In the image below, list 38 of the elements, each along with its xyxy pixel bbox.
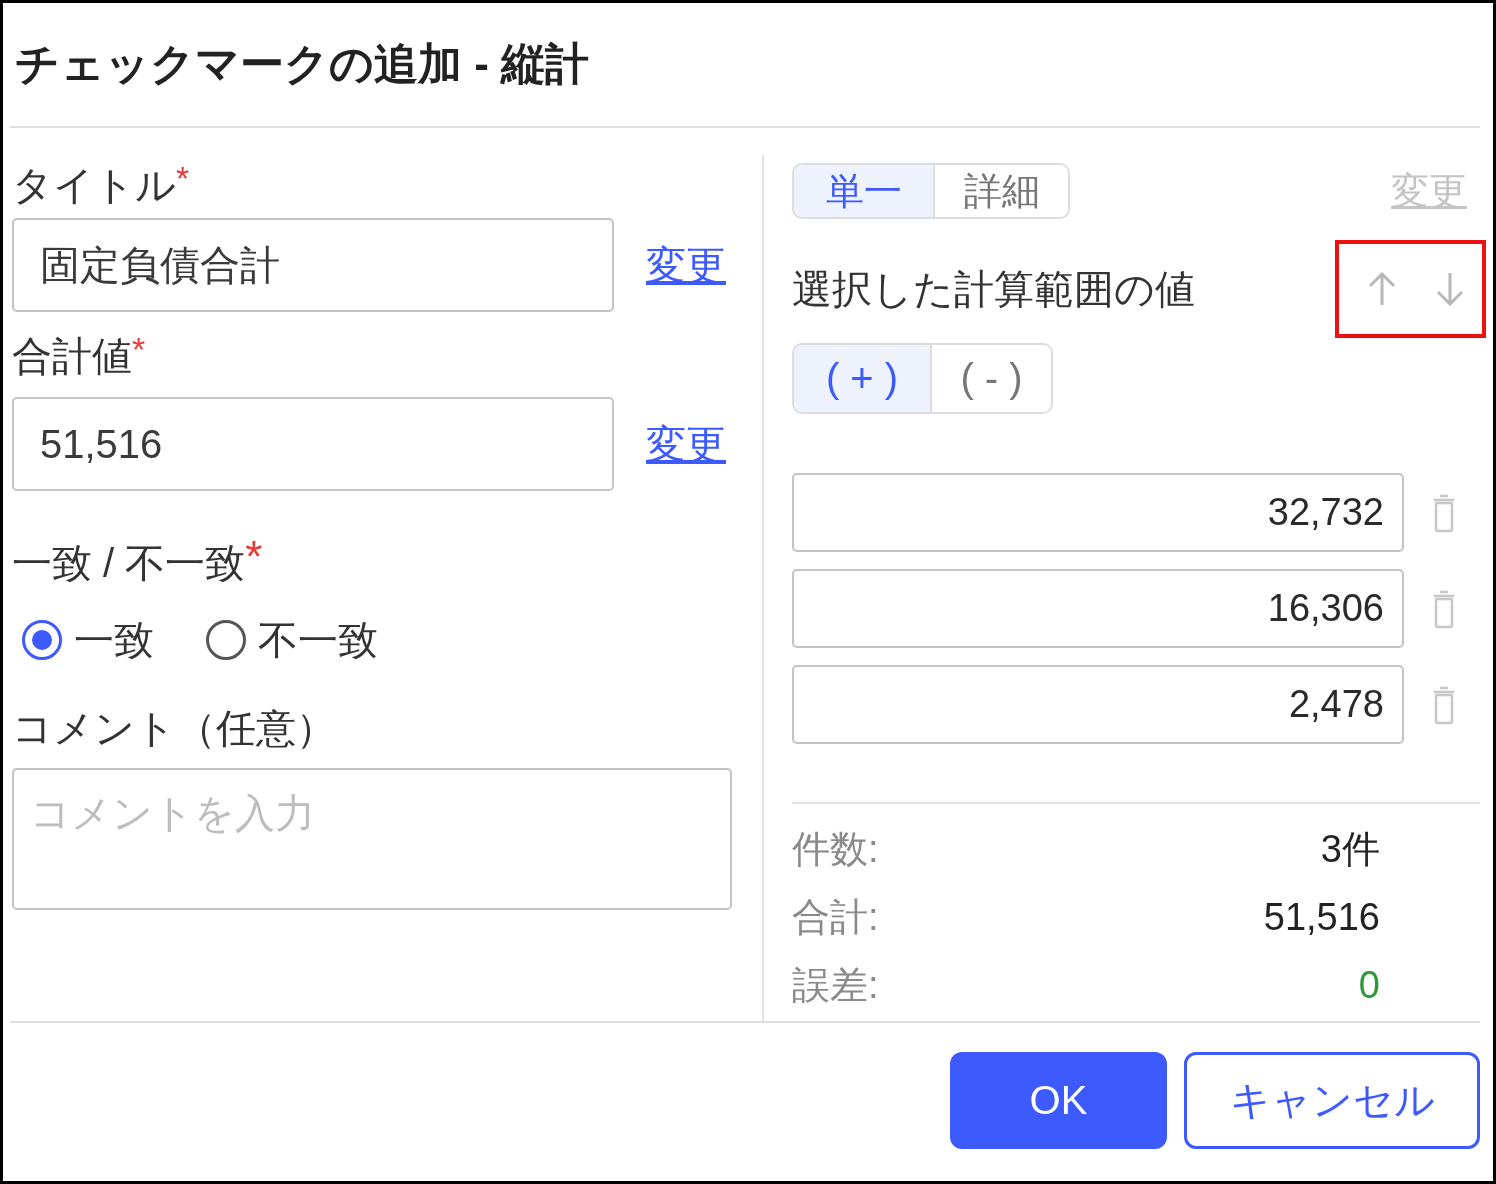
radio-icon[interactable]	[22, 620, 62, 660]
radio-icon[interactable]	[206, 620, 246, 660]
summary-label: 誤差:	[792, 962, 879, 1008]
field-label: 一致 / 不一致	[12, 540, 246, 587]
change-link[interactable]: 変更	[646, 416, 726, 472]
required-mark: *	[245, 539, 263, 575]
comment-field[interactable]: コメントを入力	[12, 768, 732, 910]
required-mark: *	[176, 161, 190, 195]
radio-option[interactable]: 一致	[22, 612, 154, 668]
section-heading: 選択した計算範囲の値	[792, 265, 1195, 313]
required-mark: *	[132, 332, 146, 366]
trash-icon[interactable]	[1432, 588, 1456, 629]
field-label: 合計値	[12, 333, 132, 380]
sign-tab[interactable]: ( - )	[930, 345, 1051, 412]
summary-value: 0	[1358, 963, 1380, 1007]
value-field[interactable]: 32,732	[792, 473, 1404, 552]
summary-label: 件数:	[792, 826, 879, 872]
field-label: コメント（任意）	[12, 705, 336, 752]
ok-button[interactable]: OK	[950, 1052, 1167, 1149]
trash-icon[interactable]	[1432, 492, 1456, 533]
text-field[interactable]: 51,516	[12, 397, 614, 491]
sign-tab[interactable]: ( + )	[794, 345, 930, 412]
text-field[interactable]: 固定負債合計	[12, 218, 614, 312]
radio-option[interactable]: 不一致	[206, 612, 378, 668]
change-link[interactable]: 変更	[646, 237, 726, 293]
summary-label: 合計:	[792, 894, 879, 940]
field-label: タイトル	[12, 162, 176, 209]
mode-tab[interactable]: 単一	[794, 165, 933, 217]
arrow-up-icon[interactable]	[1367, 272, 1397, 306]
value-field[interactable]: 2,478	[792, 665, 1404, 744]
value-field[interactable]: 16,306	[792, 569, 1404, 648]
trash-icon[interactable]	[1432, 684, 1456, 725]
arrow-down-icon[interactable]	[1435, 272, 1465, 306]
summary-value: 51,516	[1263, 895, 1380, 939]
dialog-title: チェックマークの追加 - 縦計	[15, 38, 590, 91]
mode-tab[interactable]: 詳細	[933, 165, 1068, 217]
cancel-button[interactable]: キャンセル	[1184, 1052, 1480, 1149]
summary-value: 3件	[1320, 826, 1380, 872]
